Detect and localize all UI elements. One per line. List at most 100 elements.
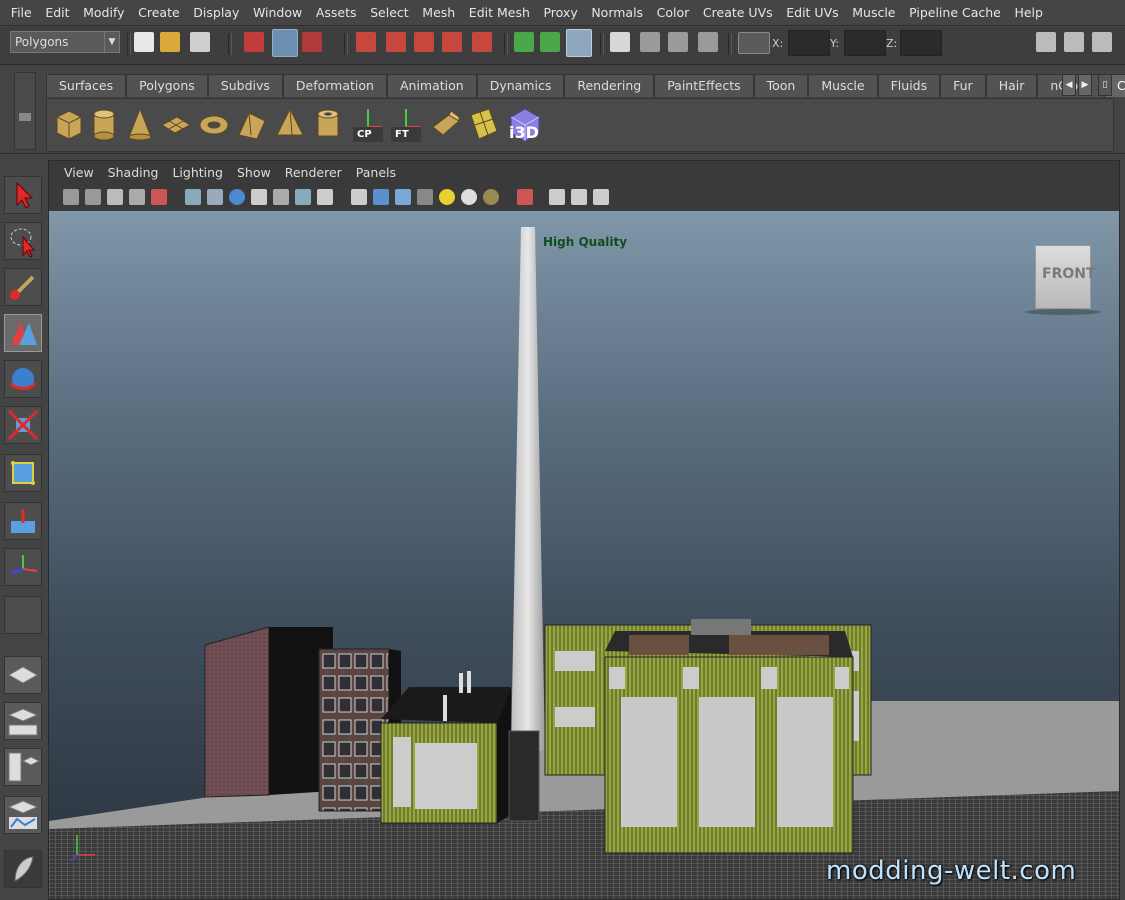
menu-window[interactable]: Window: [246, 0, 309, 26]
coord-y-field[interactable]: [844, 30, 886, 56]
textured-icon[interactable]: [417, 189, 433, 205]
resolution-gate-icon[interactable]: [229, 189, 245, 205]
smooth-shade-icon[interactable]: [373, 189, 389, 205]
panel-menu-view[interactable]: View: [57, 161, 101, 185]
prism-icon[interactable]: [235, 105, 269, 143]
shelf-tab-toon[interactable]: Toon: [753, 74, 809, 97]
save-scene-icon[interactable]: [190, 32, 210, 52]
render-settings-icon[interactable]: [698, 32, 718, 52]
menu-pipeline-cache[interactable]: Pipeline Cache: [902, 0, 1007, 26]
menu-normals[interactable]: Normals: [585, 0, 650, 26]
panel-menu-shading[interactable]: Shading: [101, 161, 166, 185]
render-current-frame-icon[interactable]: [640, 32, 660, 52]
camera-tool-icon[interactable]: [151, 189, 167, 205]
shelf-tab-painteffects[interactable]: PaintEffects: [654, 74, 754, 97]
shelf-tab-animation[interactable]: Animation: [386, 74, 477, 97]
panel-menu-panels[interactable]: Panels: [349, 161, 403, 185]
uv-map-icon[interactable]: [467, 105, 501, 143]
shelf-tab-rendering[interactable]: Rendering: [564, 74, 655, 97]
snap-view-plane-icon[interactable]: [442, 32, 462, 52]
pipe-icon[interactable]: [311, 105, 345, 143]
safe-title-icon[interactable]: [317, 189, 333, 205]
xray-components-icon[interactable]: [593, 189, 609, 205]
menu-edit-uvs[interactable]: Edit UVs: [779, 0, 845, 26]
freeze-transforms-button[interactable]: FT: [389, 105, 423, 143]
menu-edit[interactable]: Edit: [39, 0, 77, 26]
xray-icon[interactable]: [549, 189, 565, 205]
input-ops-icon[interactable]: [514, 32, 534, 52]
film-gate-icon[interactable]: [207, 189, 223, 205]
isolate-select-icon[interactable]: [517, 189, 533, 205]
shelf-tab-surfaces[interactable]: Surfaces: [46, 74, 127, 97]
shelf-tab-deformation[interactable]: Deformation: [282, 74, 387, 97]
menu-modify[interactable]: Modify: [76, 0, 131, 26]
shelf-scroll-right-icon[interactable]: ▶: [1078, 74, 1092, 96]
layout-single-button[interactable]: [4, 656, 42, 694]
shelf-tab-fur[interactable]: Fur: [940, 74, 986, 97]
cylinder-icon[interactable]: [87, 105, 121, 143]
shelf-tab-hair[interactable]: Hair: [985, 74, 1038, 97]
shelf-tab-subdivs[interactable]: Subdivs: [207, 74, 283, 97]
view-cube[interactable]: FRONT: [1035, 245, 1096, 309]
image-plane-icon[interactable]: [129, 189, 145, 205]
universal-manip-button[interactable]: [4, 454, 42, 492]
shelf-options-icon[interactable]: ▯: [1098, 74, 1112, 96]
menu-create[interactable]: Create: [131, 0, 186, 26]
layout-outliner-button[interactable]: [4, 702, 42, 740]
panel-menu-lighting[interactable]: Lighting: [165, 161, 230, 185]
ipr-render-icon[interactable]: [668, 32, 688, 52]
soft-mod-tool-button[interactable]: [4, 502, 42, 540]
menu-mesh[interactable]: Mesh: [415, 0, 462, 26]
open-scene-icon[interactable]: [160, 32, 180, 52]
panel-menu-renderer[interactable]: Renderer: [278, 161, 349, 185]
plane-icon[interactable]: [159, 105, 193, 143]
paint-select-tool-button[interactable]: [4, 268, 42, 306]
channel-box-icon[interactable]: [1092, 32, 1112, 52]
pyramid-icon[interactable]: [273, 105, 307, 143]
bevel-icon[interactable]: [429, 105, 463, 143]
menu-select[interactable]: Select: [363, 0, 415, 26]
menu-assets[interactable]: Assets: [309, 0, 363, 26]
select-by-component-icon[interactable]: [302, 32, 322, 52]
snap-curve-icon[interactable]: [386, 32, 406, 52]
select-tool-button[interactable]: [4, 176, 42, 214]
bookmarks-icon[interactable]: [107, 189, 123, 205]
wireframe-on-shaded-icon[interactable]: [395, 189, 411, 205]
select-by-hierarchy-icon[interactable]: [244, 32, 264, 52]
menu-edit-mesh[interactable]: Edit Mesh: [462, 0, 537, 26]
xray-joints-icon[interactable]: [571, 189, 587, 205]
cone-icon[interactable]: [123, 105, 157, 143]
high-quality-icon[interactable]: [483, 189, 499, 205]
output-ops-icon[interactable]: [540, 32, 560, 52]
script-editor-button[interactable]: [4, 850, 42, 888]
shelf-tab-fluids[interactable]: Fluids: [877, 74, 941, 97]
grid-toggle-icon[interactable]: [185, 189, 201, 205]
last-tool-button[interactable]: [4, 596, 42, 634]
make-live-icon[interactable]: [472, 32, 492, 52]
layout-graph-button[interactable]: [4, 748, 42, 786]
i3d-export-button[interactable]: i3D: [507, 105, 543, 143]
panel-menu-show[interactable]: Show: [230, 161, 278, 185]
gate-mask-icon[interactable]: [251, 189, 267, 205]
torus-icon[interactable]: [197, 105, 231, 143]
snap-grid-icon[interactable]: [356, 32, 376, 52]
wireframe-icon[interactable]: [351, 189, 367, 205]
show-manipulator-button[interactable]: [4, 548, 42, 586]
menu-set-selector[interactable]: Polygons ▼: [10, 31, 120, 53]
attribute-editor-icon[interactable]: [1036, 32, 1056, 52]
shelf-scroll-left-icon[interactable]: ◀: [1062, 74, 1076, 96]
tool-settings-icon[interactable]: [1064, 32, 1084, 52]
menu-create-uvs[interactable]: Create UVs: [696, 0, 779, 26]
lasso-tool-button[interactable]: [4, 222, 42, 260]
construction-history-icon[interactable]: [566, 29, 592, 57]
coord-z-field[interactable]: [900, 30, 942, 56]
rotate-tool-button[interactable]: [4, 360, 42, 398]
shelf-tab-dynamics[interactable]: Dynamics: [476, 74, 565, 97]
menu-display[interactable]: Display: [186, 0, 246, 26]
menu-proxy[interactable]: Proxy: [537, 0, 585, 26]
menu-muscle[interactable]: Muscle: [845, 0, 902, 26]
use-all-lights-icon[interactable]: [439, 189, 455, 205]
field-chart-icon[interactable]: [273, 189, 289, 205]
center-pivot-button[interactable]: CP: [351, 105, 385, 143]
layout-graph-editor-button[interactable]: [4, 796, 42, 834]
